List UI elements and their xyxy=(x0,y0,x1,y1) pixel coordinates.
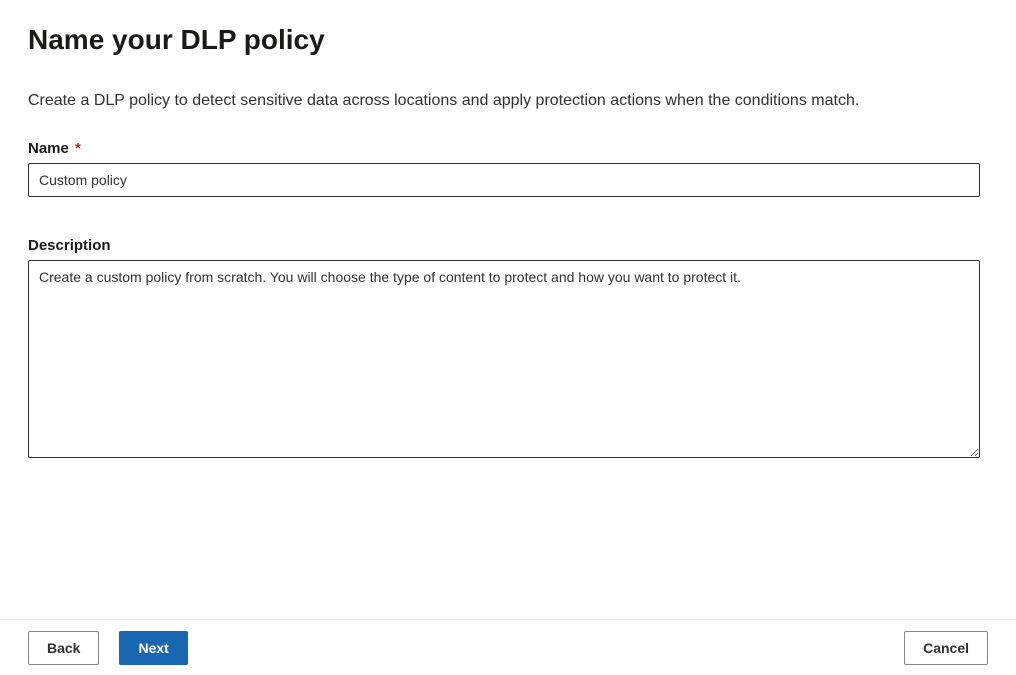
description-field-group: Description xyxy=(28,237,992,463)
cancel-button[interactable]: Cancel xyxy=(904,631,988,665)
footer-bar: Back Next Cancel xyxy=(0,619,1016,675)
name-label-text: Name xyxy=(28,140,69,157)
description-label: Description xyxy=(28,237,992,254)
main-content: Name your DLP policy Create a DLP policy… xyxy=(0,0,1016,463)
required-asterisk: * xyxy=(75,140,81,157)
back-button[interactable]: Back xyxy=(28,631,99,665)
next-button[interactable]: Next xyxy=(119,631,187,665)
name-label: Name * xyxy=(28,140,992,157)
name-input[interactable] xyxy=(28,163,980,197)
page-intro: Create a DLP policy to detect sensitive … xyxy=(28,92,992,110)
footer-left: Back Next xyxy=(28,631,188,665)
footer-right: Cancel xyxy=(904,631,988,665)
name-field-group: Name * xyxy=(28,140,992,197)
description-input[interactable] xyxy=(28,260,980,458)
page-title: Name your DLP policy xyxy=(28,24,992,56)
